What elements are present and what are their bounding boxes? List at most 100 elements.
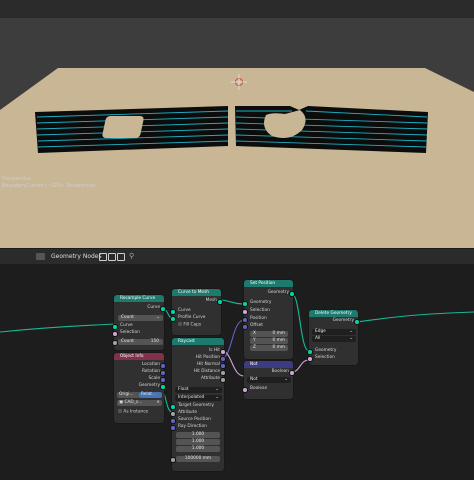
source-position-socket[interactable] xyxy=(170,418,176,424)
output-mesh-label: Mesh xyxy=(205,298,217,303)
chevron-down-icon: ⌄ xyxy=(156,315,160,320)
ray-direction-label: Ray Direction xyxy=(178,424,207,429)
count-socket[interactable] xyxy=(112,340,118,346)
profile-curve-label: Profile Curve xyxy=(178,315,206,320)
hit-position-socket[interactable] xyxy=(220,356,226,362)
output-curve-label: Curve xyxy=(147,305,160,310)
input-curve-socket[interactable] xyxy=(112,324,118,330)
mode-value: Count xyxy=(121,315,134,320)
ray-direction-z-field[interactable]: 1.000 xyxy=(176,446,220,452)
object-name: CAD_s... xyxy=(124,400,143,405)
domain-dropdown[interactable]: Edge ⌄ xyxy=(312,329,356,335)
raycast-node[interactable]: Raycast Is Hit Hit Position Hit Normal H… xyxy=(170,338,226,471)
link-delete-to-output xyxy=(356,311,474,323)
relative-toggle[interactable]: Relat... xyxy=(139,392,162,398)
curve-label: Curve xyxy=(178,308,191,313)
data-type-dropdown[interactable]: Float ⌄ xyxy=(175,387,222,393)
output-geometry-label: Geometry xyxy=(332,318,354,323)
ray-direction-x-field[interactable]: 1.000 xyxy=(176,432,220,438)
attribute-output-socket[interactable] xyxy=(220,377,226,383)
view-icon[interactable] xyxy=(99,253,107,261)
attribute-output-label: Attribute xyxy=(201,376,220,381)
node-title: Object Info xyxy=(114,353,164,360)
editor-type-label[interactable]: Geometry Nodes xyxy=(51,253,102,260)
mode-dropdown[interactable]: Count ⌄ xyxy=(118,315,163,321)
operation-dropdown[interactable]: Not ⌄ xyxy=(247,377,291,383)
link-input-to-resample xyxy=(0,323,116,333)
cutout-rectangle xyxy=(102,116,144,138)
output-geometry-socket[interactable] xyxy=(354,319,360,325)
ray-length-field[interactable]: 100000 mm xyxy=(176,456,220,462)
hit-distance-socket[interactable] xyxy=(220,370,226,376)
geometry-output-label: Geometry xyxy=(138,383,160,388)
close-icon[interactable]: × xyxy=(156,400,160,406)
input-boolean-socket[interactable] xyxy=(242,387,248,393)
location-socket[interactable] xyxy=(160,363,166,369)
target-geometry-socket[interactable] xyxy=(170,404,176,410)
selection-socket[interactable] xyxy=(307,356,313,362)
3d-viewport[interactable]: Perspective BoundaryCurves | <GN> Stream… xyxy=(0,0,474,248)
snap-icon[interactable] xyxy=(117,253,125,261)
node-title: Set Position xyxy=(244,280,293,287)
mode-dropdown[interactable]: All ⌄ xyxy=(312,336,356,342)
count-field[interactable]: Count 150 xyxy=(118,339,163,345)
ray-direction-y-field[interactable]: 1.000 xyxy=(176,439,220,445)
curve-socket[interactable] xyxy=(170,309,176,315)
attribute-input-socket[interactable] xyxy=(170,411,176,417)
object-field[interactable]: ▣ CAD_s... × xyxy=(117,400,162,406)
z-label: Z xyxy=(253,345,256,350)
output-boolean-socket[interactable] xyxy=(289,370,295,376)
position-socket[interactable] xyxy=(242,317,248,323)
chevron-down-icon: ⌄ xyxy=(284,377,288,382)
x-label: X xyxy=(253,331,256,336)
hit-normal-socket[interactable] xyxy=(220,363,226,369)
domain-value: Edge xyxy=(315,329,326,334)
ray-direction-socket[interactable] xyxy=(170,425,176,431)
output-boolean-label: Boolean xyxy=(271,369,289,374)
node-title: Curve to Mesh xyxy=(172,289,221,296)
is-hit-socket[interactable] xyxy=(220,349,226,355)
node-editor-canvas[interactable]: Resample Curve Curve Count ⌄ Curve Select… xyxy=(0,264,474,480)
count-label: Count xyxy=(121,339,134,344)
output-mesh-socket[interactable] xyxy=(217,299,223,305)
node-editor-header[interactable]: Geometry Nodes ⚲ xyxy=(0,248,474,265)
node-editor-icon[interactable] xyxy=(36,253,45,260)
z-value: 0 mm xyxy=(272,345,285,350)
geometry-socket[interactable] xyxy=(307,349,313,355)
scale-socket[interactable] xyxy=(160,377,166,383)
ray-length-socket[interactable] xyxy=(170,457,176,463)
selection-socket[interactable] xyxy=(242,309,248,315)
not-node[interactable]: Not Boolean Not ⌄ Boolean xyxy=(242,361,295,399)
resample-curve-node[interactable]: Resample Curve Curve Count ⌄ Curve Select… xyxy=(112,295,166,350)
geometry-socket[interactable] xyxy=(242,301,248,307)
offset-y-field[interactable]: Y 0 mm xyxy=(250,338,288,344)
checkbox-icon xyxy=(118,409,122,413)
offset-socket[interactable] xyxy=(242,324,248,330)
overlay-icon[interactable] xyxy=(108,253,116,261)
output-geometry-label: Geometry xyxy=(267,290,289,295)
chevron-down-icon: ⌄ xyxy=(215,395,219,400)
profile-curve-socket[interactable] xyxy=(170,316,176,322)
pin-icon[interactable]: ⚲ xyxy=(129,252,134,260)
output-geometry-socket[interactable] xyxy=(289,291,295,297)
set-position-node[interactable]: Set Position Geometry Geometry Selection… xyxy=(242,280,295,359)
target-geometry-label: Target Geometry xyxy=(178,403,215,408)
curve-to-mesh-node[interactable]: Curve to Mesh Mesh Curve Profile Curve F… xyxy=(170,289,223,335)
fill-caps-checkbox[interactable]: Fill Caps xyxy=(178,322,201,329)
chevron-down-icon: ⌄ xyxy=(349,329,353,334)
offset-x-field[interactable]: X 0 mm xyxy=(250,331,288,337)
attribute-input-label: Attribute xyxy=(178,410,197,415)
offset-z-field[interactable]: Z 0 mm xyxy=(250,345,288,351)
geometry-output-socket[interactable] xyxy=(160,384,166,390)
selection-socket[interactable] xyxy=(112,331,118,337)
delete-geometry-node[interactable]: Delete Geometry Geometry Edge ⌄ All ⌄ Geom… xyxy=(307,310,360,365)
as-instance-checkbox[interactable]: As Instance xyxy=(118,409,148,416)
mapping-dropdown[interactable]: Interpolated ⌄ xyxy=(175,395,222,401)
rotation-socket[interactable] xyxy=(160,370,166,376)
node-title: Resample Curve xyxy=(114,295,164,302)
source-position-label: Source Position xyxy=(178,417,211,422)
data-type-value: Float xyxy=(178,387,189,392)
output-curve-socket[interactable] xyxy=(160,306,166,312)
original-toggle[interactable]: Origi... xyxy=(117,392,140,398)
object-info-node[interactable]: Object Info Location Rotation Scale Geom… xyxy=(114,353,166,423)
